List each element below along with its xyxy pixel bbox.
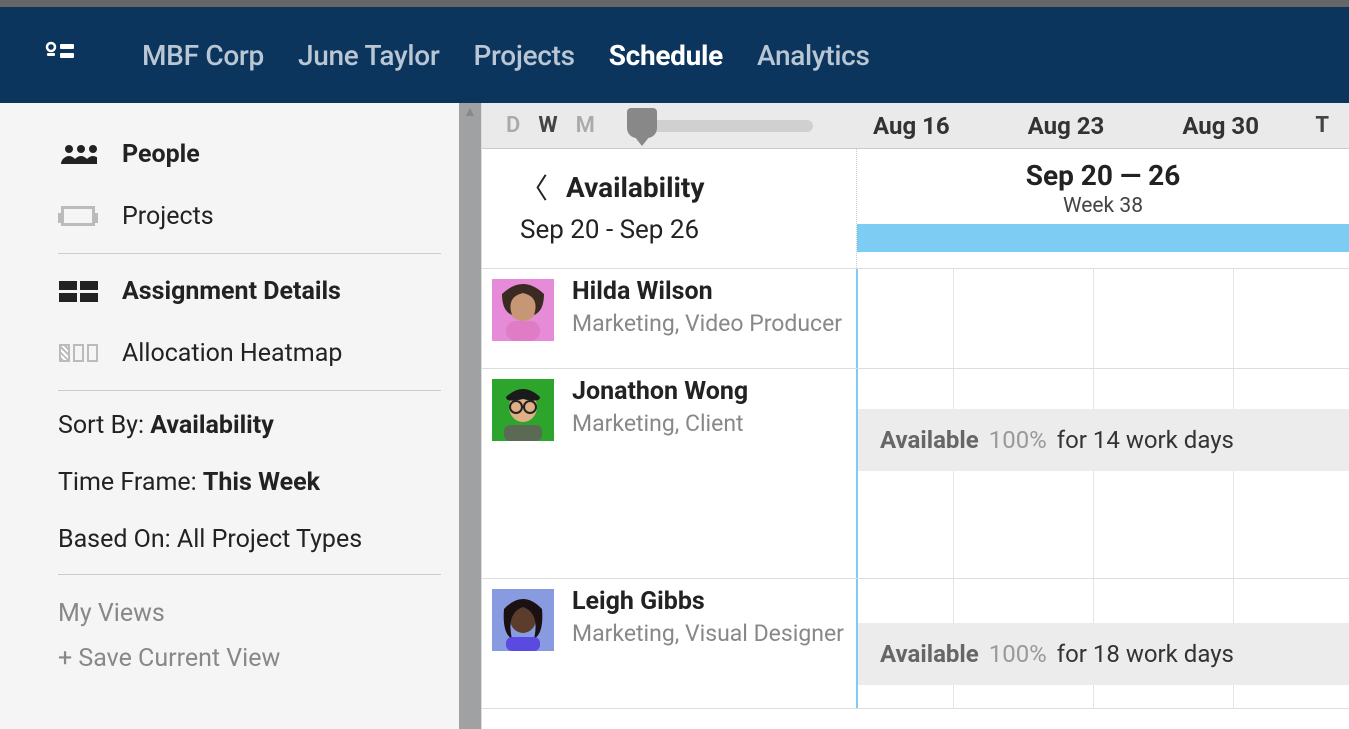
- filter-basedon[interactable]: Based On: All Project Types: [58, 511, 441, 568]
- week-summary: Sep 20 — 26 Week 38: [856, 149, 1349, 268]
- person-roles: Marketing, Video Producer: [572, 310, 842, 338]
- sidebar: People Projects Assignment Details Alloc…: [0, 103, 481, 729]
- date-col[interactable]: Aug 30: [1182, 112, 1259, 140]
- availability-bar[interactable]: Available 100% for 18 work days: [858, 623, 1349, 685]
- window-top-strip: [0, 0, 1349, 7]
- availability-label: Available: [880, 640, 979, 668]
- zoom-week[interactable]: W: [538, 113, 557, 138]
- today-button[interactable]: T: [1315, 113, 1329, 138]
- scroll-up-icon: ▲: [463, 103, 477, 120]
- person-name: Jonathon Wong: [572, 379, 748, 404]
- timebar: D W M T Aug 16 Aug 23 Aug 30: [482, 103, 1349, 149]
- filter-timeframe[interactable]: Time Frame: This Week: [58, 454, 441, 511]
- people-rows: Hilda Wilson Marketing, Video Producer J…: [482, 269, 1349, 729]
- week-highlight-bar: [857, 224, 1349, 252]
- availability-pct: 100%: [989, 640, 1047, 668]
- availability-rest: for 18 work days: [1057, 640, 1234, 668]
- nav-projects[interactable]: Projects: [473, 39, 574, 72]
- person-timeline[interactable]: [856, 269, 1349, 368]
- my-views[interactable]: My Views: [58, 581, 441, 634]
- app-header: MBF Corp June Taylor Projects Schedule A…: [0, 7, 1349, 103]
- week-range: Sep 20 — 26: [1026, 159, 1181, 192]
- subheader: 〈 Availability Sep 20 - Sep 26 Sep 20 — …: [482, 149, 1349, 269]
- app-logo-icon[interactable]: [44, 39, 76, 71]
- sidebar-item-label: People: [122, 140, 200, 169]
- primary-nav: MBF Corp June Taylor Projects Schedule A…: [142, 39, 870, 72]
- date-col[interactable]: Aug 23: [1028, 112, 1105, 140]
- divider: [58, 390, 441, 391]
- zoom-day[interactable]: D: [506, 113, 520, 138]
- save-current-view[interactable]: + Save Current View: [58, 634, 441, 683]
- people-icon: [58, 142, 98, 166]
- person-roles: Marketing, Visual Designer: [572, 620, 844, 648]
- filter-key: Based On:: [58, 525, 177, 554]
- avatar: [492, 379, 554, 441]
- slider-thumb-icon[interactable]: [627, 108, 657, 138]
- sidebar-scrollbar[interactable]: ▲: [459, 103, 481, 729]
- availability-label: Available: [880, 426, 979, 454]
- sidebar-item-assignment-details[interactable]: Assignment Details: [58, 260, 441, 322]
- sidebar-item-label: Projects: [122, 202, 214, 231]
- filter-key: Sort By:: [58, 411, 150, 440]
- avatar: [492, 279, 554, 341]
- filter-sort[interactable]: Sort By: Availability: [58, 397, 441, 454]
- filter-key: Time Frame:: [58, 468, 203, 497]
- back-chevron-icon[interactable]: 〈: [520, 167, 548, 207]
- filter-value: All Project Types: [177, 525, 362, 554]
- availability-bar[interactable]: Available 100% for 14 work days: [858, 409, 1349, 471]
- heatmap-icon: [58, 344, 98, 362]
- divider: [58, 253, 441, 254]
- filter-value: This Week: [203, 468, 320, 497]
- availability-rest: for 14 work days: [1057, 426, 1234, 454]
- zoom-slider[interactable]: [633, 120, 813, 132]
- divider: [58, 574, 441, 575]
- zoom-month[interactable]: M: [576, 113, 595, 138]
- week-number: Week 38: [1063, 194, 1143, 218]
- person-row[interactable]: Hilda Wilson Marketing, Video Producer: [482, 269, 1349, 369]
- person-roles: Marketing, Client: [572, 410, 748, 438]
- avatar: [492, 589, 554, 651]
- sidebar-item-label: Assignment Details: [122, 277, 341, 306]
- person-timeline[interactable]: Available 100% for 14 work days: [856, 369, 1349, 578]
- date-col[interactable]: Aug 16: [873, 112, 950, 140]
- projects-icon: [58, 206, 98, 226]
- filter-value: Availability: [150, 411, 274, 440]
- main-panel: D W M T Aug 16 Aug 23 Aug 30 〈 Availabil…: [481, 103, 1349, 729]
- availability-pct: 100%: [989, 426, 1047, 454]
- person-timeline[interactable]: Available 100% for 18 work days: [856, 579, 1349, 708]
- nav-company[interactable]: MBF Corp: [142, 39, 264, 72]
- sidebar-item-people[interactable]: People: [58, 123, 441, 185]
- person-row[interactable]: Jonathon Wong Marketing, Client Availabl…: [482, 369, 1349, 579]
- subheader-range: Sep 20 - Sep 26: [520, 207, 856, 245]
- date-column-headers: Aug 16 Aug 23 Aug 30: [873, 112, 1259, 140]
- nav-user[interactable]: June Taylor: [298, 39, 440, 72]
- assignment-icon: [58, 281, 98, 302]
- sidebar-item-projects[interactable]: Projects: [58, 185, 441, 247]
- person-name: Leigh Gibbs: [572, 589, 844, 614]
- person-name: Hilda Wilson: [572, 279, 842, 304]
- nav-schedule[interactable]: Schedule: [609, 39, 723, 72]
- sidebar-item-label: Allocation Heatmap: [122, 339, 342, 368]
- subheader-title: Availability: [566, 171, 704, 204]
- person-row[interactable]: Leigh Gibbs Marketing, Visual Designer A…: [482, 579, 1349, 709]
- sidebar-item-heatmap[interactable]: Allocation Heatmap: [58, 322, 441, 384]
- nav-analytics[interactable]: Analytics: [757, 39, 870, 72]
